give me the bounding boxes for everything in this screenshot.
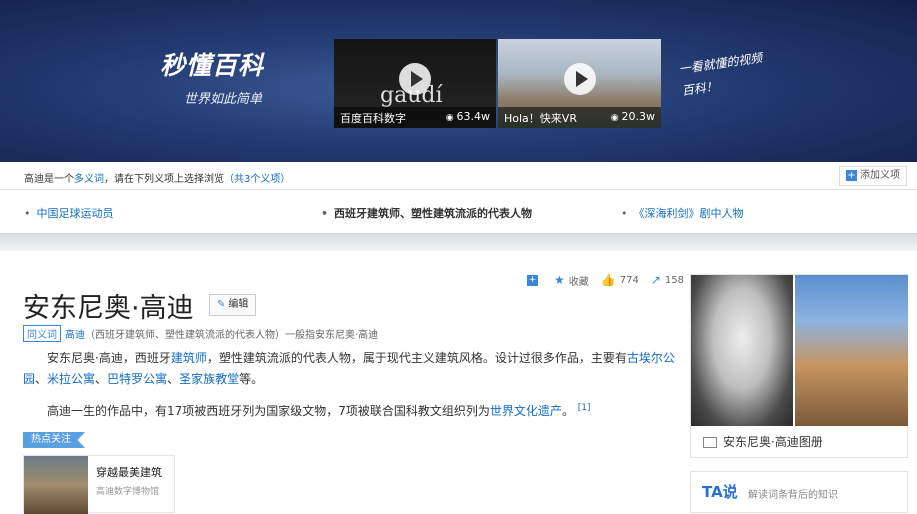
plus-icon: +	[846, 170, 857, 181]
collect-button[interactable]: ★ 收藏	[554, 273, 589, 288]
play-icon[interactable]	[399, 63, 431, 95]
summary-paragraph: 安东尼奥·高迪，西班牙建筑师，塑性建筑流派的代表人物，属于现代主义建筑风格。设计…	[23, 351, 675, 386]
link-casa-mila[interactable]: 米拉公寓	[47, 372, 95, 386]
ta-says-description: 解读词条背后的知识	[748, 490, 838, 501]
video-title: Hola！快来VR	[504, 112, 577, 125]
thumb-up-icon: 👍	[600, 273, 616, 287]
pencil-icon: ✎	[217, 299, 226, 310]
miaodong-logo[interactable]: 秒懂百科	[160, 46, 264, 82]
link-architect[interactable]: 建筑师	[171, 351, 207, 365]
sense-list: 中国足球运动员 西班牙建筑师、塑性建筑流派的代表人物 《深海利剑》剧中人物	[0, 191, 917, 233]
slogan: 世界如此简单	[184, 92, 263, 107]
synonym-tag: 同义词	[23, 325, 61, 342]
share-button[interactable]: ↗ 158	[651, 273, 684, 287]
sense-item-current: 西班牙建筑师、塑性建筑流派的代表人物	[321, 205, 532, 221]
disambiguation-note: 高迪是一个多义词，请在下列义项上选择浏览（共3个义项）	[24, 174, 291, 185]
portrait-image[interactable]	[691, 275, 793, 426]
page-title: 安东尼奥·高迪	[23, 293, 194, 324]
synonym-row: 同义词 高迪（西班牙建筑师、塑性建筑流派的代表人物）一般指安东尼奥·高迪	[23, 325, 378, 342]
sense-item[interactable]: 《深海利剑》剧中人物	[621, 205, 744, 221]
video-title: 百度百科数字	[340, 112, 406, 125]
video-caption: Hola！快来VR 20.3w	[498, 107, 661, 128]
share-icon: ↗	[650, 273, 661, 287]
action-bar: + ★ 收藏 👍 774 ↗ 158	[527, 272, 696, 288]
video-card[interactable]: Hola！快来VR 20.3w	[498, 39, 661, 128]
polysemy-link[interactable]: 多义词	[74, 174, 104, 185]
hot-topics-label: 热点关注	[23, 432, 85, 448]
cathedral-image[interactable]	[795, 275, 908, 426]
star-icon: ★	[554, 273, 565, 287]
like-button[interactable]: 👍 774	[601, 273, 639, 287]
citation[interactable]: [1]	[578, 403, 591, 413]
disambiguation-bar: 高迪是一个多义词，请在下列义项上选择浏览（共3个义项） + 添加义项	[0, 162, 917, 190]
ta-says-box[interactable]: TA说 解读词条背后的知识	[690, 471, 908, 513]
video-caption: 百度百科数字 63.4w	[334, 107, 496, 128]
hot-card[interactable]: 穿越最美建筑 高迪数字博物馆	[23, 455, 175, 514]
gallery-card[interactable]: 安东尼奥·高迪图册	[690, 274, 908, 458]
plus-button[interactable]: +	[527, 274, 542, 286]
link-casa-batllo[interactable]: 巴特罗公寓	[107, 372, 167, 386]
video-views: 20.3w	[611, 110, 656, 125]
hot-card-subtitle: 高迪数字博物馆	[96, 487, 160, 497]
plus-icon: +	[527, 274, 538, 286]
add-sense-button[interactable]: + 添加义项	[839, 166, 907, 186]
gallery-icon	[703, 437, 717, 448]
hot-card-title: 穿越最美建筑	[96, 466, 162, 479]
sense-item[interactable]: 中国足球运动员	[24, 205, 114, 221]
sense-count-link[interactable]: （共3个义项）	[224, 174, 290, 185]
summary-paragraph: 高迪一生的作品中，有17项被西班牙列为国家级文物，7项被联合国科教文组织列为世界…	[47, 403, 591, 418]
link-world-heritage[interactable]: 世界文化遗产	[490, 404, 562, 418]
edit-button[interactable]: ✎ 编辑	[209, 294, 257, 316]
link-sagrada-familia[interactable]: 圣家族教堂	[179, 372, 239, 386]
play-icon[interactable]	[563, 63, 596, 95]
hot-card-thumbnail	[24, 456, 88, 514]
banner: 秒懂百科 世界如此简单 gaudí 百度百科数字 63.4w Hola！快来VR…	[0, 0, 917, 162]
video-views: 63.4w	[446, 110, 491, 125]
gallery-caption[interactable]: 安东尼奥·高迪图册	[703, 433, 823, 450]
synonym-link[interactable]: 高迪	[65, 330, 85, 341]
video-card[interactable]: gaudí 百度百科数字 63.4w	[334, 39, 496, 128]
divider-band	[0, 233, 917, 251]
handwritten-tagline: 一看就懂的视频百科！	[677, 50, 764, 99]
ta-says-logo: TA说	[702, 483, 738, 501]
